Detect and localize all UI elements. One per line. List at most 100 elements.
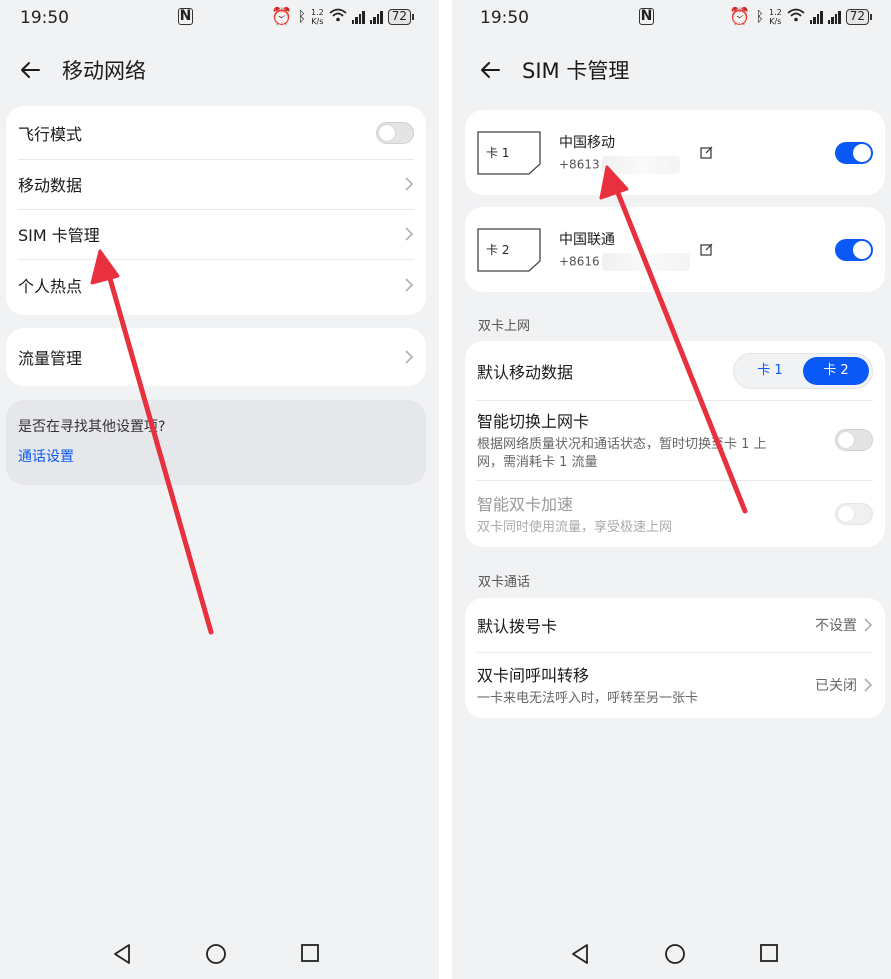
smart-switch-toggle[interactable] [835,429,873,451]
status-time: 19:50 [480,8,529,28]
sim2-operator: 中国联通 [559,231,615,248]
mobile-data-row[interactable]: 移动数据 [6,159,426,209]
sim1-operator: 中国移动 [559,134,615,151]
smart-boost-desc: 双卡同时使用流量，享受极速上网 [477,519,673,535]
smart-boost-row: 智能双卡加速 双卡同时使用流量，享受极速上网 [465,480,885,547]
sim-card-icon: 卡 1 [477,130,541,175]
mobile-data-label: 移动数据 [18,176,83,195]
data-usage-card: 流量管理 [6,328,426,386]
back-triangle-icon[interactable] [570,943,590,965]
network-speed: 1.2 K/s [310,8,324,26]
right-screen: 19:50 N ⏰ ᛒ 1.2 K/s 72 SIM 卡管理 卡 1 中国移动 … [452,0,891,979]
sim2-toggle[interactable] [835,238,873,261]
sim2-row[interactable]: 卡 2 中国联通 +8616 [465,207,885,292]
sim1-toggle[interactable] [835,141,873,164]
bluetooth-icon: ᛒ [297,9,306,25]
sim-management-label: SIM 卡管理 [18,226,100,245]
alarm-icon: ⏰ [729,7,751,27]
sim-selector: 卡 1 卡 2 [733,352,873,389]
sim1-option[interactable]: 卡 1 [737,357,803,385]
chevron-right-icon [405,350,414,364]
sim-slot-label: 卡 1 [486,145,510,160]
alarm-icon: ⏰ [271,7,293,27]
sim-card-icon: 卡 2 [477,227,541,272]
network-settings-card: 飞行模式 移动数据 SIM 卡管理 个人热点 [6,106,426,315]
page-header: 移动网络 [18,50,439,90]
smart-switch-title: 智能切换上网卡 [477,412,590,431]
signal-icon-sim2 [369,10,383,24]
sim2-option[interactable]: 卡 2 [803,356,869,385]
call-forwarding-value: 已关闭 [815,678,857,694]
sim2-card: 卡 2 中国联通 +8616 [465,207,885,292]
back-arrow-icon[interactable] [18,58,42,82]
sim1-number: +8613 [559,155,680,174]
page-title: SIM 卡管理 [522,59,630,83]
call-forwarding-desc: 一卡来电无法呼入时，呼转至另一张卡 [477,691,699,706]
sim-management-row[interactable]: SIM 卡管理 [6,209,426,259]
page-header: SIM 卡管理 [478,50,891,90]
wifi-icon [787,7,805,27]
hotspot-row[interactable]: 个人热点 [6,259,426,311]
redacted-number [601,252,690,271]
chevron-right-icon [405,227,414,241]
chevron-right-icon [864,618,873,632]
sim1-card: 卡 1 中国移动 +8613 [465,110,885,195]
smart-switch-row[interactable]: 智能切换上网卡 根据网络质量状况和通话状态，暂时切换至卡 1 上网，需消耗卡 1… [465,400,885,480]
chevron-right-icon [405,278,414,292]
status-time: 19:50 [20,8,69,28]
status-bar: 19:50 N ⏰ ᛒ 1.2 K/s 72 [452,0,891,36]
network-speed: 1.2 K/s [768,8,782,26]
chevron-right-icon [864,678,873,692]
call-settings-link[interactable]: 通话设置 [18,446,414,466]
dual-call-card: 默认拨号卡 不设置 双卡间呼叫转移 一卡来电无法呼入时，呼转至另一张卡 已关闭 [465,598,885,718]
smart-boost-title: 智能双卡加速 [477,494,574,514]
call-forwarding-label: 双卡间呼叫转移 [477,666,590,685]
default-dial-value: 不设置 [815,618,857,634]
bluetooth-icon: ᛒ [755,9,764,25]
default-data-label: 默认移动数据 [477,362,574,382]
signal-icon-sim1 [809,10,823,24]
sim2-number: +8616 [559,252,690,271]
back-arrow-icon[interactable] [478,58,502,82]
suggestion-question: 是否在寻找其他设置项? [18,419,166,435]
dual-call-section-title: 双卡通话 [478,575,531,590]
redacted-number [601,155,680,174]
airplane-mode-toggle[interactable] [376,121,414,144]
suggestion-card: 是否在寻找其他设置项? 通话设置 [6,400,426,485]
smart-switch-desc: 根据网络质量状况和通话状态，暂时切换至卡 1 上网，需消耗卡 1 流量 [477,437,767,470]
dual-data-section-title: 双卡上网 [478,319,531,334]
back-triangle-icon[interactable] [112,943,132,965]
sim1-row[interactable]: 卡 1 中国移动 +8613 [465,110,885,195]
home-circle-icon[interactable] [205,943,227,965]
wifi-icon [329,7,347,27]
home-circle-icon[interactable] [664,943,686,965]
call-forwarding-row[interactable]: 双卡间呼叫转移 一卡来电无法呼入时，呼转至另一张卡 已关闭 [465,652,885,718]
page-title: 移动网络 [62,59,146,83]
signal-icon-sim2 [827,10,841,24]
left-screen: 19:50 N ⏰ ᛒ 1.2 K/s 72 移动网络 飞行模式 移动数据 SIM… [0,0,439,979]
data-usage-label: 流量管理 [18,349,83,368]
default-dial-row[interactable]: 默认拨号卡 不设置 [465,598,885,652]
recents-square-icon[interactable] [759,943,779,963]
chevron-right-icon [405,177,414,191]
recents-square-icon[interactable] [300,943,320,963]
nfc-icon: N [639,8,654,25]
edit-icon[interactable] [699,146,713,159]
battery-icon: 72 [845,9,873,25]
airplane-mode-row[interactable]: 飞行模式 [6,106,426,159]
nfc-icon: N [178,8,193,25]
battery-icon: 72 [387,9,415,25]
default-dial-label: 默认拨号卡 [477,617,558,636]
edit-icon[interactable] [699,243,713,256]
hotspot-label: 个人热点 [18,277,83,296]
navigation-bar [0,943,439,979]
status-bar: 19:50 N ⏰ ᛒ 1.2 K/s 72 [0,0,439,36]
dual-data-card: 默认移动数据 卡 1 卡 2 智能切换上网卡 根据网络质量状况和通话状态，暂时切… [465,341,885,547]
data-usage-row[interactable]: 流量管理 [6,328,426,386]
default-data-row: 默认移动数据 卡 1 卡 2 [465,341,885,400]
airplane-mode-label: 飞行模式 [18,124,83,144]
smart-boost-toggle [835,502,873,525]
sim-slot-label: 卡 2 [486,242,510,257]
navigation-bar [452,943,891,979]
signal-icon-sim1 [351,10,365,24]
